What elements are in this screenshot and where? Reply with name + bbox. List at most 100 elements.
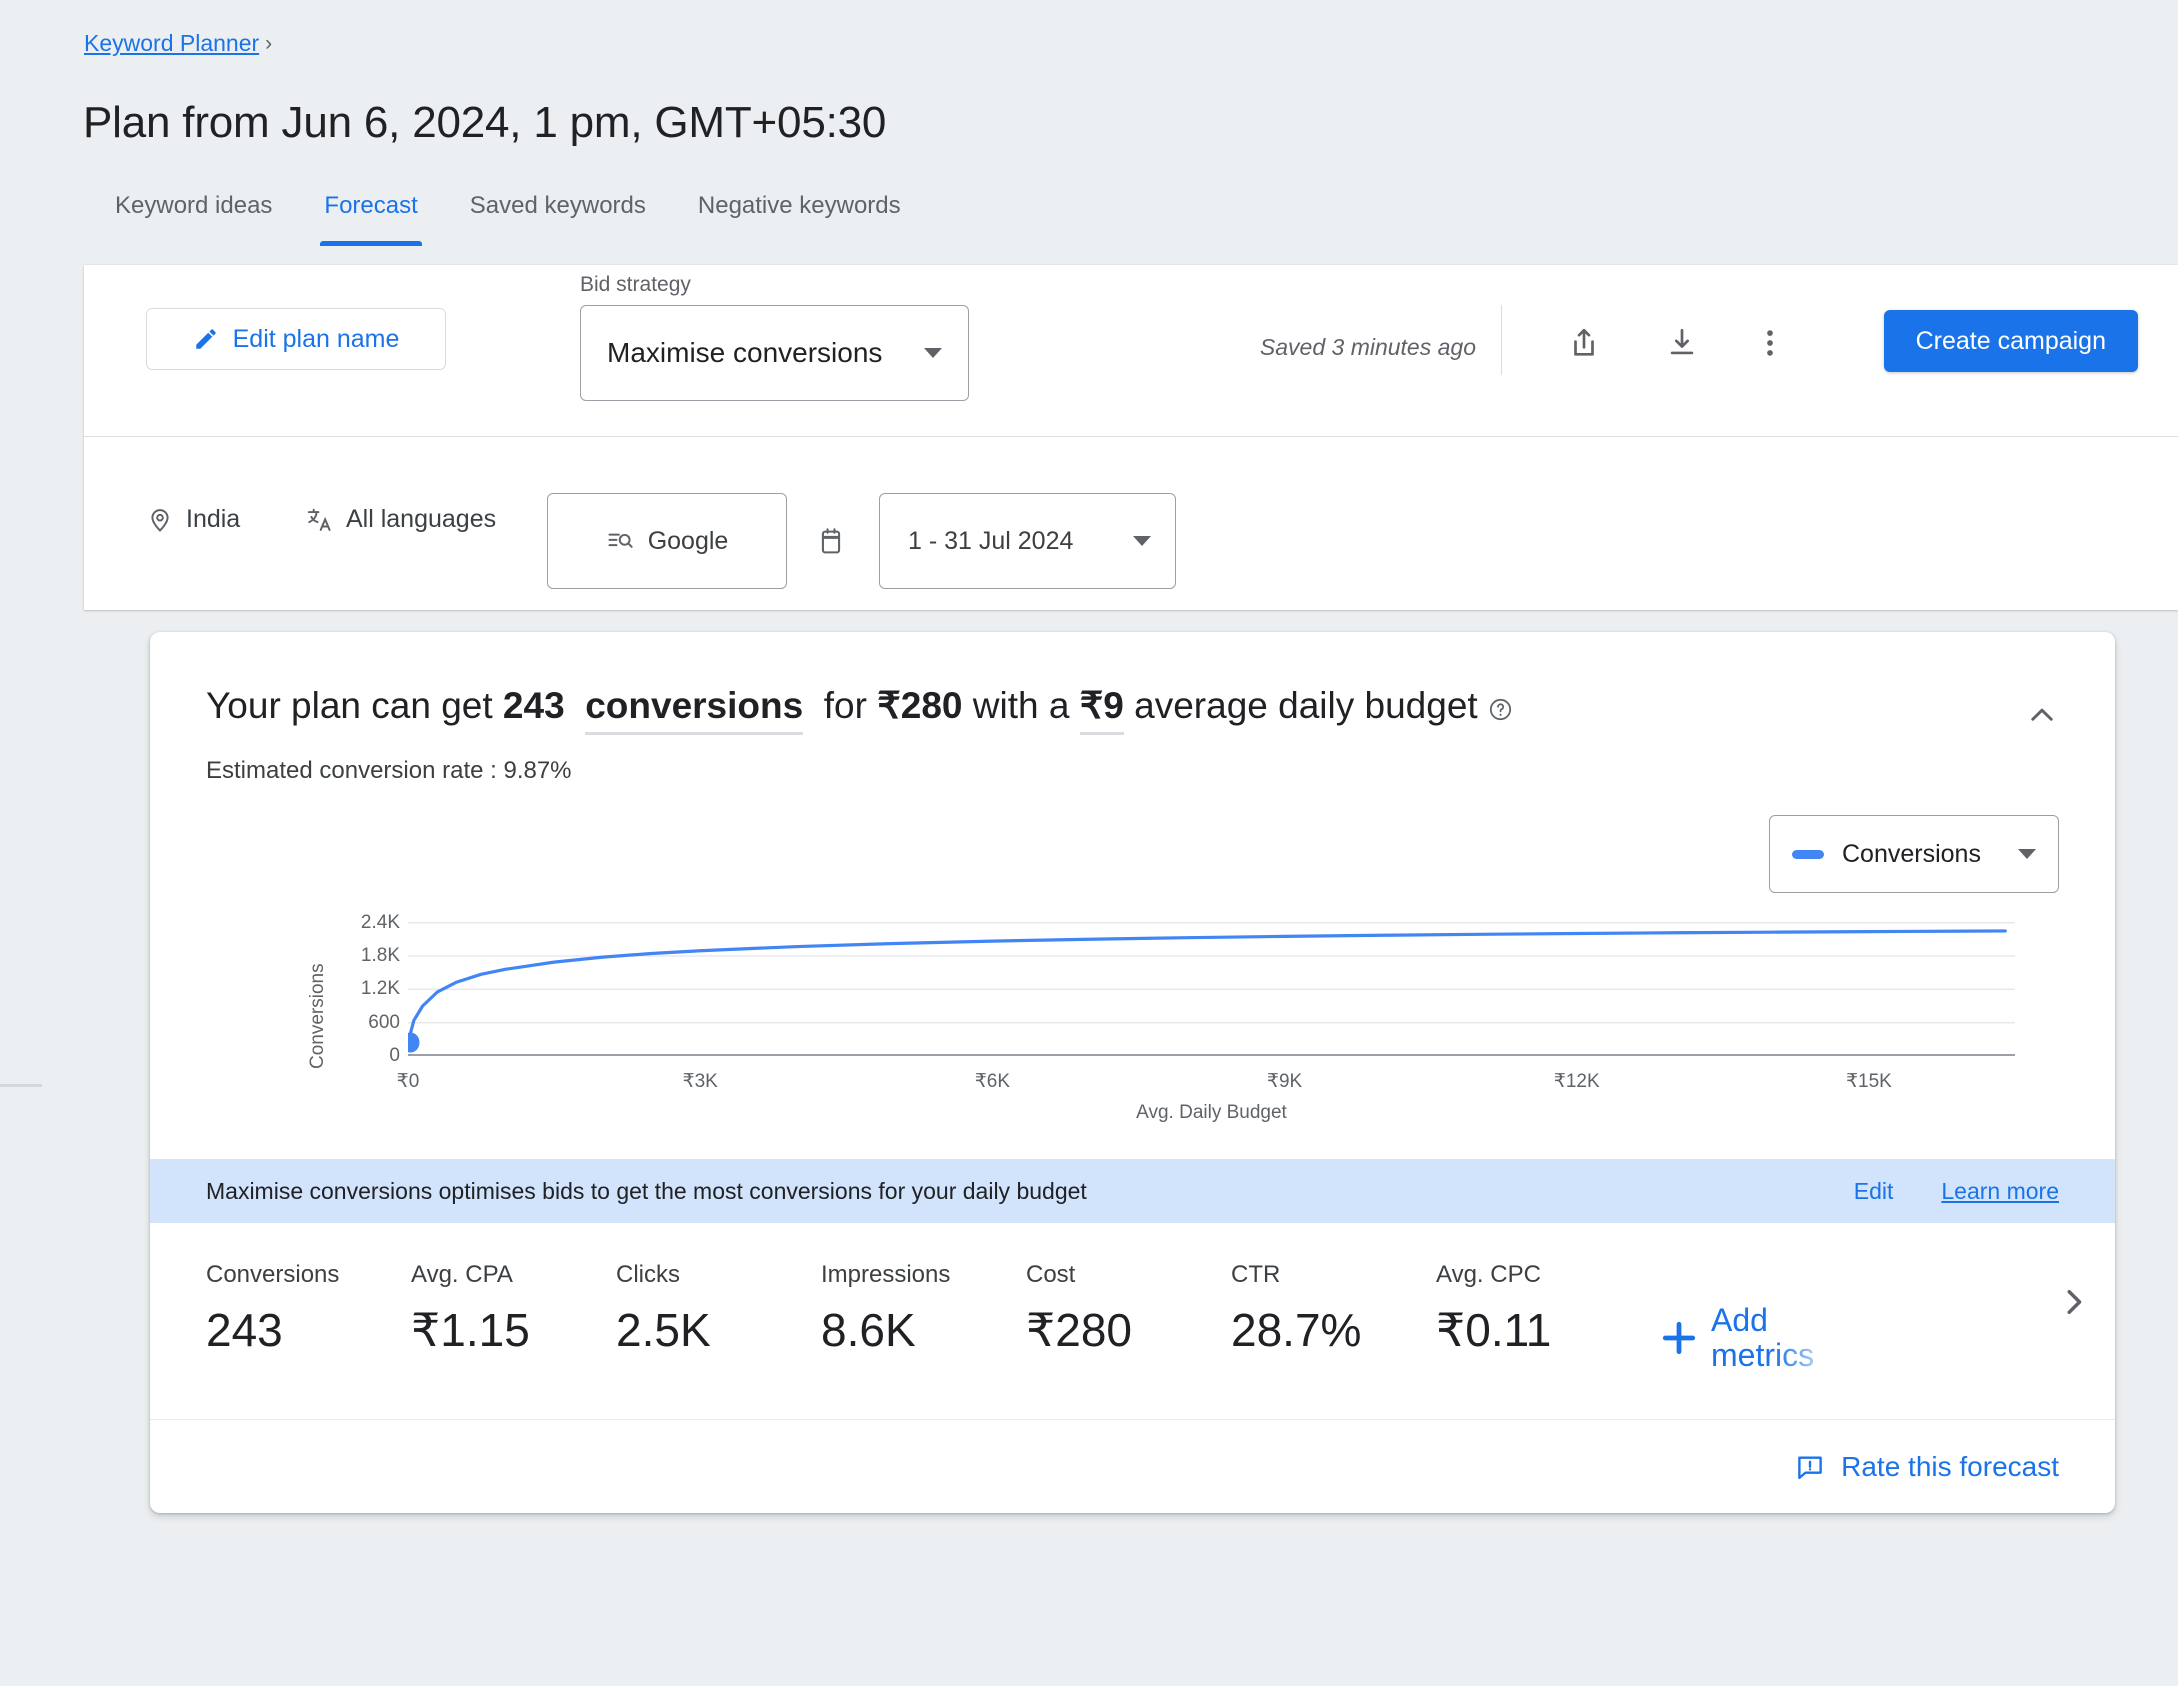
tab-saved-keywords[interactable]: Saved keywords [444,192,672,246]
breadcrumb[interactable]: Keyword Planner › [84,30,272,57]
metric-card: Avg. CPC ₹0.11 [1436,1261,1641,1357]
metric-label: Avg. CPA [411,1261,513,1288]
forecast-card: Your plan can get 243 conversions for ₹2… [150,632,2115,1514]
chart-y-tick-label: 600 [368,1011,400,1033]
more-options-button[interactable] [1744,317,1796,369]
rate-forecast-button[interactable]: Rate this forecast [1795,1451,2059,1483]
translate-icon [307,508,331,531]
legend-swatch-conversions [1792,849,1824,859]
toolbar-filter-row: India All languages Google 1 - 31 Jul 20… [84,437,2178,609]
chart-x-tick-label: ₹9K [1266,1071,1303,1092]
metric-label: Clicks [616,1261,680,1288]
metric-value: 243 [206,1304,283,1356]
plan-toolbar-panel: Edit plan name Bid strategy Maximise con… [84,265,2178,610]
plus-icon [1662,1322,1696,1355]
edit-plan-name-button[interactable]: Edit plan name [146,308,446,370]
chart-metric-selector[interactable]: Conversions [1769,815,2059,893]
tab-bar: Keyword ideas Forecast Saved keywords Ne… [83,192,927,246]
headline-mid1: for [813,685,878,726]
chart-y-tick-labels: 0 600 1.2K 1.8K 2.4K [340,906,400,1066]
metric-card: Conversions 243 [206,1261,411,1357]
chart-y-tick-label: 1.8K [360,945,400,966]
download-button[interactable] [1656,317,1708,369]
forecast-headline: Your plan can get 243 conversions for ₹2… [206,684,2059,735]
chart-x-tick-label: ₹12K [1553,1071,1600,1092]
metric-card: Clicks 2.5K [616,1261,821,1357]
chevron-right-icon: › [265,31,273,55]
metric-label: Impressions [821,1261,951,1288]
filter-network-label: Google [647,526,729,555]
chevron-down-icon [924,348,942,358]
add-metrics-button[interactable]: Add metrics [1657,1302,1861,1374]
chart-x-axis-title: Avg. Daily Budget [1136,1102,1287,1123]
headline-suffix: average daily budget [1123,685,1478,726]
create-campaign-button[interactable]: Create campaign [1883,310,2138,372]
chart-x-tick-label: ₹0 [396,1071,420,1092]
metric-card: Impressions 8.6K [821,1261,1026,1357]
filter-date-range-label: 1 - 31 Jul 2024 [908,526,1074,555]
tab-negative-keywords[interactable]: Negative keywords [672,192,927,246]
tab-forecast[interactable]: Forecast [298,192,443,246]
help-circle-icon[interactable] [1488,697,1513,722]
chart-svg [408,906,2015,1056]
chart-y-axis-title: Conversions [307,963,328,1069]
filter-language[interactable]: All languages [306,505,496,534]
chart-series-line-conversions [408,931,2005,1043]
left-gutter-divider [0,1084,42,1087]
metrics-scroll-right-button[interactable] [2051,1279,2097,1325]
share-icon [1574,328,1594,356]
legend-label-conversions: Conversions [1842,839,1981,868]
chart-x-tick-label: ₹6K [974,1071,1011,1092]
metric-value: ₹0.11 [1436,1304,1552,1356]
filter-network[interactable]: Google [547,493,787,589]
chart-current-plan-marker[interactable] [408,1032,420,1053]
banner-edit-link[interactable]: Edit [1854,1178,1894,1205]
collapse-card-button[interactable] [2015,688,2069,742]
bid-strategy-label: Bid strategy [580,273,691,296]
headline-mid2: with a [962,685,1080,726]
add-metrics-label: Add metrics [1711,1302,1815,1374]
bid-strategy-info-banner: Maximise conversions optimises bids to g… [150,1159,2115,1223]
share-button[interactable] [1558,317,1610,369]
tab-keyword-ideas[interactable]: Keyword ideas [83,192,298,246]
chevron-down-icon [2018,849,2036,859]
metric-card: CTR 28.7% [1231,1261,1436,1357]
filter-date-range[interactable]: 1 - 31 Jul 2024 [879,493,1176,589]
chevron-down-icon [1133,536,1151,546]
headline-daily-budget[interactable]: ₹9 [1079,684,1124,735]
chart-y-tick-label: 1.2K [360,978,400,1000]
metric-label: Conversions [206,1261,340,1288]
forecast-chart: Conversions Conversions 0 600 1.2K 1.8K 2.4K… [150,801,2115,1159]
metric-value: ₹1.15 [411,1304,530,1356]
filter-language-label: All languages [346,505,497,533]
metric-card: Cost ₹280 [1026,1261,1231,1357]
metric-value: 2.5K [616,1304,711,1356]
chevron-up-icon [2031,708,2053,721]
chart-plot-area: Conversions 0 600 1.2K 1.8K 2.4K ₹0 ₹3K ₹6K ₹9K… [150,906,2115,1156]
edit-plan-name-label: Edit plan name [232,324,400,353]
banner-learn-more-link[interactable]: Learn more [1941,1178,2059,1205]
bid-strategy-value: Maximise conversions [607,337,883,368]
forecast-metrics-row: Conversions 243 Avg. CPA ₹1.15 Clicks 2.5K Imp… [150,1223,2115,1419]
info-banner-text: Maximise conversions optimises bids to g… [206,1177,1087,1204]
download-icon [1670,328,1694,355]
breadcrumb-link-keyword-planner[interactable]: Keyword Planner [84,30,259,57]
toolbar-divider [1501,305,1502,375]
metric-value: 28.7% [1231,1304,1362,1356]
network-search-icon [608,533,633,548]
rate-forecast-label: Rate this forecast [1841,1450,2059,1482]
chevron-right-icon [2067,1289,2082,1315]
chart-y-tick-label: 0 [389,1045,400,1066]
filter-location[interactable]: India [146,505,240,534]
bid-strategy-select[interactable]: Maximise conversions [580,305,969,401]
toolbar-primary-row: Edit plan name Bid strategy Maximise con… [84,265,2178,437]
chart-y-tick-label: 2.4K [360,911,400,933]
filter-location-label: India [186,505,241,533]
chart-x-tick-labels: ₹0 ₹3K ₹6K ₹9K ₹12K ₹15K [397,1058,2015,1098]
feedback-icon [1798,1456,1822,1479]
metric-card: Avg. CPA ₹1.15 [411,1261,616,1357]
forecast-headline-area: Your plan can get 243 conversions for ₹2… [150,632,2115,785]
metric-label: Avg. CPC [1436,1261,1541,1288]
headline-metric-selector[interactable]: conversions [585,685,804,735]
bid-strategy-group: Bid strategy Maximise conversions [580,273,969,401]
